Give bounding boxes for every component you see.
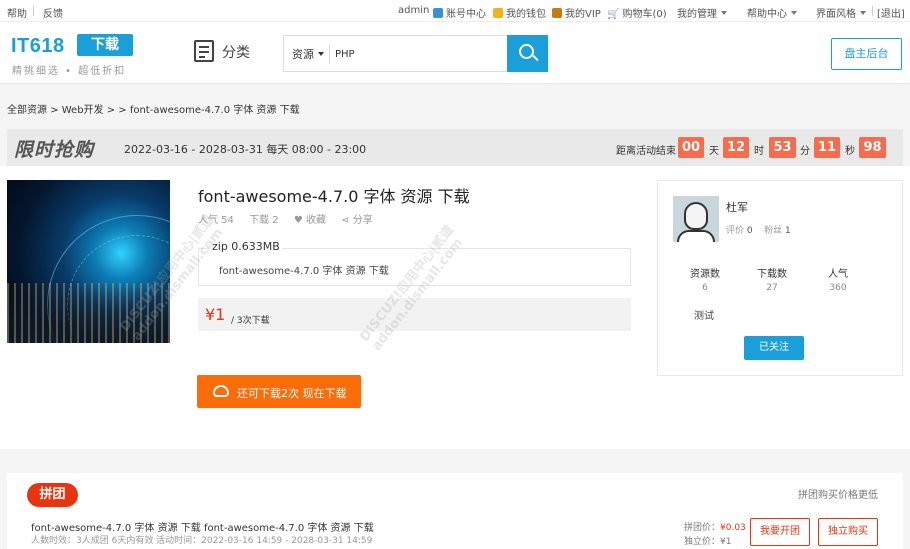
solo-buy-button[interactable]: 独立购买 [818, 518, 878, 546]
account-center-link[interactable]: 账号中心 [433, 5, 486, 20]
open-group-button[interactable]: 我要开团 [750, 518, 810, 546]
top-bar: 帮助 反馈 admin 账号中心 我的钱包 我的VIP 🛒 购物车(0) 我的管理… [0, 0, 910, 22]
countdown-unit: 秒 [845, 146, 855, 157]
group-buy-panel: 拼团 拼团购买价格更低 font-awesome-4.7.0 字体 资源 下载 … [7, 473, 903, 549]
share-icon: ⋖ [341, 215, 353, 226]
logo-tagline: 精挑细选 • 超低折扣 [12, 66, 127, 77]
chevron-down-icon [791, 11, 797, 15]
countdown-unit: 分 [800, 146, 810, 157]
help-center-menu[interactable]: 帮助中心 [747, 5, 797, 20]
divider [872, 6, 873, 16]
chevron-down-icon [318, 52, 324, 56]
logo-text[interactable]: IT618 [11, 35, 65, 58]
stat-downloads: 下载数 27 [757, 269, 787, 293]
search-button[interactable] [507, 35, 548, 72]
flash-sale-logo: 限时抢购 [14, 139, 95, 161]
countdown-minutes: 53 [769, 137, 796, 158]
group-buy-badge: 拼团 [27, 483, 78, 507]
countdown-seconds: 11 [814, 137, 840, 158]
follow-button[interactable]: 已关注 [744, 336, 804, 360]
price-unit: / 3次下载 [231, 316, 270, 326]
flash-sale-period: 2022-03-16 - 2028-03-31 每天 08:00 - 23:00 [124, 143, 367, 156]
group-price: 拼团价：¥0.03 [684, 523, 746, 533]
search-scope-select[interactable]: 资源 [292, 46, 324, 62]
site-header: IT618 下载 精挑细选 • 超低折扣 分类 资源 盘主后台 [0, 22, 910, 84]
download-count: 下载 2 [249, 215, 279, 226]
group-buy-title: font-awesome-4.7.0 字体 资源 下载 font-awesome… [31, 523, 374, 534]
category-icon[interactable] [194, 40, 214, 62]
category-label[interactable]: 分类 [222, 42, 250, 62]
divider [329, 44, 330, 64]
author-card: 杜军 评价 0 粉丝 1 资源数 6 下载数 27 人气 360 测试 已关注 [657, 180, 903, 376]
share-button[interactable]: ⋖ 分享 [341, 215, 373, 226]
popularity-count: 人气 54 [198, 215, 234, 226]
flash-sale-bar: 限时抢购 2022-03-16 - 2028-03-31 每天 08:00 - … [7, 129, 903, 166]
product-meta: 人气 54 下载 2 ♥ 收藏 ⋖ 分享 [198, 211, 373, 226]
logo-badge[interactable]: 下载 [77, 34, 133, 56]
vip-icon [552, 8, 562, 18]
favorite-button[interactable]: ♥ 收藏 [294, 215, 326, 226]
countdown-label: 距离活动结束 [616, 146, 676, 157]
search-input[interactable] [335, 44, 505, 64]
author-note: 测试 [694, 311, 714, 322]
download-button[interactable]: 还可下载2次 现在下载 [197, 375, 361, 408]
logout-link[interactable]: [退出] [877, 5, 905, 20]
divider [33, 6, 34, 16]
countdown-hours: 12 [723, 137, 749, 158]
cloud-download-icon [213, 385, 229, 397]
chevron-down-icon [860, 11, 866, 15]
feedback-link[interactable]: 反馈 [43, 5, 63, 20]
price: ¥1 [205, 305, 226, 324]
chevron-down-icon [721, 11, 727, 15]
avatar[interactable] [673, 196, 719, 242]
wallet-icon [493, 8, 503, 18]
vip-link[interactable]: 我的VIP [552, 5, 601, 20]
file-name: font-awesome-4.7.0 字体 资源 下载 [219, 266, 389, 277]
solo-price: 独立价：¥1 [684, 537, 732, 547]
stat-popularity: 人气 360 [828, 269, 848, 293]
username-link[interactable]: admin [398, 5, 429, 16]
search-icon [519, 44, 534, 59]
product-title: font-awesome-4.7.0 字体 资源 下载 [198, 187, 470, 206]
help-link[interactable]: 帮助 [7, 5, 27, 20]
stat-resources: 资源数 6 [690, 269, 720, 293]
breadcrumb[interactable]: 全部资源 > Web开发 > > font-awesome-4.7.0 字体 资… [7, 101, 300, 116]
file-size: zip 0.633MB [210, 240, 282, 253]
author-name[interactable]: 杜军 [726, 199, 748, 215]
countdown-unit: 时 [754, 146, 764, 157]
product-thumbnail [7, 180, 170, 343]
group-buy-hint: 拼团购买价格更低 [798, 490, 878, 501]
theme-menu[interactable]: 界面风格 [816, 5, 866, 20]
wallet-link[interactable]: 我的钱包 [493, 5, 546, 20]
cart-link[interactable]: 🛒 购物车(0) [607, 5, 667, 20]
cart-icon: 🛒 [607, 9, 620, 20]
author-rating: 评价 0 粉丝 1 [726, 226, 791, 236]
countdown-unit: 天 [709, 146, 719, 157]
countdown-days: 00 [678, 137, 704, 158]
group-buy-info: 人数时效：3人成团 6天内有效 活动时间：2022-03-16 14:59 - … [31, 536, 373, 546]
countdown-ms: 98 [859, 137, 886, 158]
my-manage-menu[interactable]: 我的管理 [677, 5, 727, 20]
user-icon [433, 8, 443, 18]
admin-dashboard-button[interactable]: 盘主后台 [831, 38, 902, 70]
